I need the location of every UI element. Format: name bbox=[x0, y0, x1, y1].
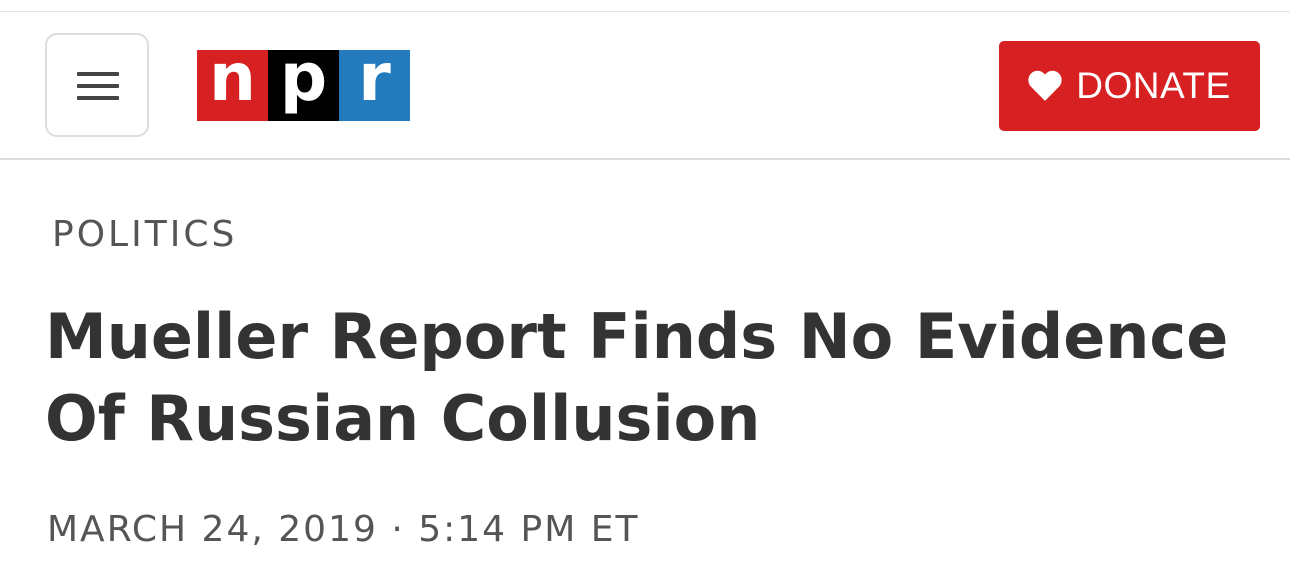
article-headline: Mueller Report Finds No Evidence Of Russ… bbox=[45, 300, 1229, 455]
publish-date: MARCH 24, 2019 bbox=[47, 509, 378, 550]
npr-logo[interactable]: n p r bbox=[197, 45, 410, 121]
logo-letter-n: n bbox=[197, 45, 268, 121]
donate-label: DONATE bbox=[1076, 65, 1231, 106]
logo-letter-p: p bbox=[268, 45, 339, 121]
publish-time: 5:14 PM ET bbox=[418, 509, 640, 550]
section-label[interactable]: POLITICS bbox=[52, 214, 237, 255]
header-divider bbox=[0, 158, 1290, 160]
menu-button[interactable] bbox=[45, 33, 149, 137]
article-dateline: MARCH 24, 2019 · 5:14 PM ET bbox=[47, 509, 639, 550]
donate-button[interactable]: DONATE bbox=[999, 41, 1260, 131]
logo-letter-r: r bbox=[339, 45, 410, 121]
dateline-separator: · bbox=[391, 509, 405, 550]
heart-icon bbox=[1028, 70, 1062, 101]
